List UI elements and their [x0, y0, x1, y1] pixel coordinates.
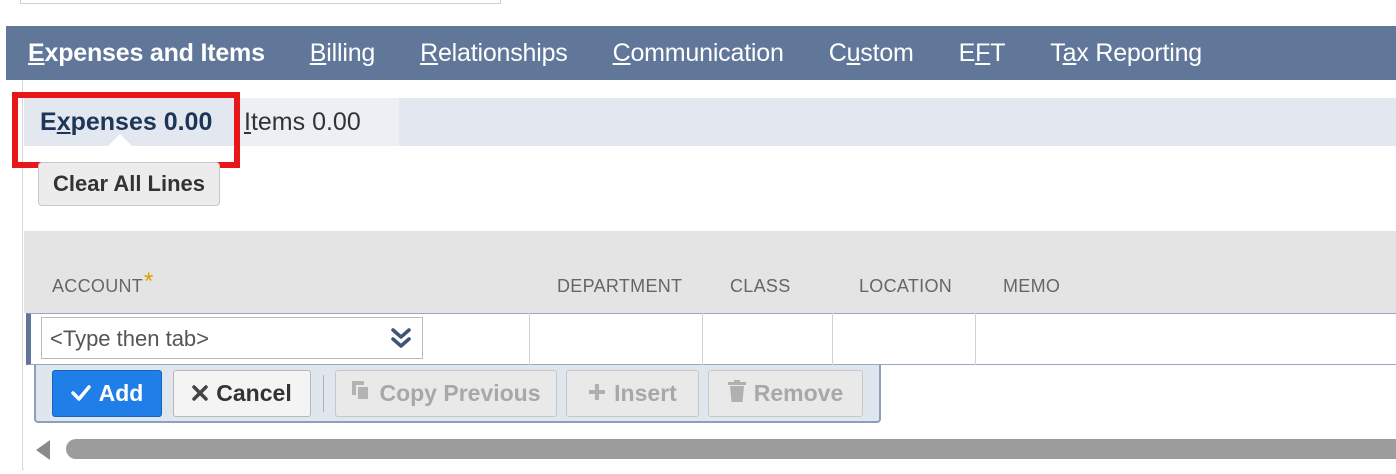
column-header-class: CLASS	[730, 276, 791, 296]
insert-label: Insert	[614, 380, 677, 406]
button-divider	[323, 375, 324, 412]
cell-divider	[832, 313, 833, 365]
scrollbar-thumb[interactable]	[66, 439, 1396, 459]
account-placeholder: <Type then tab>	[50, 326, 210, 351]
remove-label: Remove	[753, 380, 844, 406]
sublist-tab-bar: Ex penses 0.00 Items 0.00	[24, 98, 1396, 146]
tab-communication[interactable]: Communication	[613, 39, 784, 68]
tab-relationships[interactable]: Relationships	[420, 39, 568, 68]
department-cell[interactable]	[560, 313, 700, 365]
active-tab-caret	[108, 134, 132, 146]
cancel-button[interactable]: Cancel	[173, 370, 311, 417]
insert-button[interactable]: Insert	[566, 370, 699, 417]
top-input-field[interactable]	[20, 0, 501, 4]
remove-button[interactable]: Remove	[708, 370, 863, 417]
check-icon	[70, 380, 91, 407]
sublist-header	[24, 231, 1396, 313]
copy-icon	[351, 380, 371, 408]
cell-divider	[975, 313, 976, 365]
cell-divider	[702, 313, 703, 365]
tab-items[interactable]: Items 0.00	[236, 98, 399, 146]
add-button-label: Add	[98, 380, 144, 406]
arrow-left-icon[interactable]	[36, 440, 50, 460]
account-input[interactable]: <Type then tab>	[41, 317, 423, 359]
plus-icon	[588, 380, 606, 407]
double-chevron-down-icon[interactable]	[390, 327, 412, 349]
tab-custom[interactable]: Custom	[829, 39, 914, 68]
copy-previous-button[interactable]: Copy Previous	[335, 370, 557, 417]
tab-billing[interactable]: Billing	[310, 39, 376, 68]
column-header-department: DEPARTMENT	[557, 276, 683, 296]
tab-eft[interactable]: EFT	[959, 39, 1006, 68]
tab-tax-reporting[interactable]: Tax Reporting	[1050, 39, 1202, 68]
add-button[interactable]: Add	[52, 370, 162, 417]
trash-icon	[727, 379, 746, 408]
cancel-button-label: Cancel	[216, 380, 292, 406]
tab-expenses-and-items[interactable]: Expenses and Items	[28, 39, 265, 68]
main-tab-bar: Expenses and Items Billing Relationships…	[6, 26, 1396, 80]
x-icon	[192, 380, 209, 407]
column-header-memo: MEMO	[1003, 276, 1061, 296]
clear-all-lines-button[interactable]: Clear All Lines	[38, 162, 220, 206]
required-marker: *	[144, 268, 154, 295]
copy-previous-label: Copy Previous	[379, 380, 541, 406]
column-header-account: ACCOUNT *	[52, 268, 154, 296]
column-header-location: LOCATION	[859, 276, 953, 296]
cell-divider	[529, 313, 530, 365]
